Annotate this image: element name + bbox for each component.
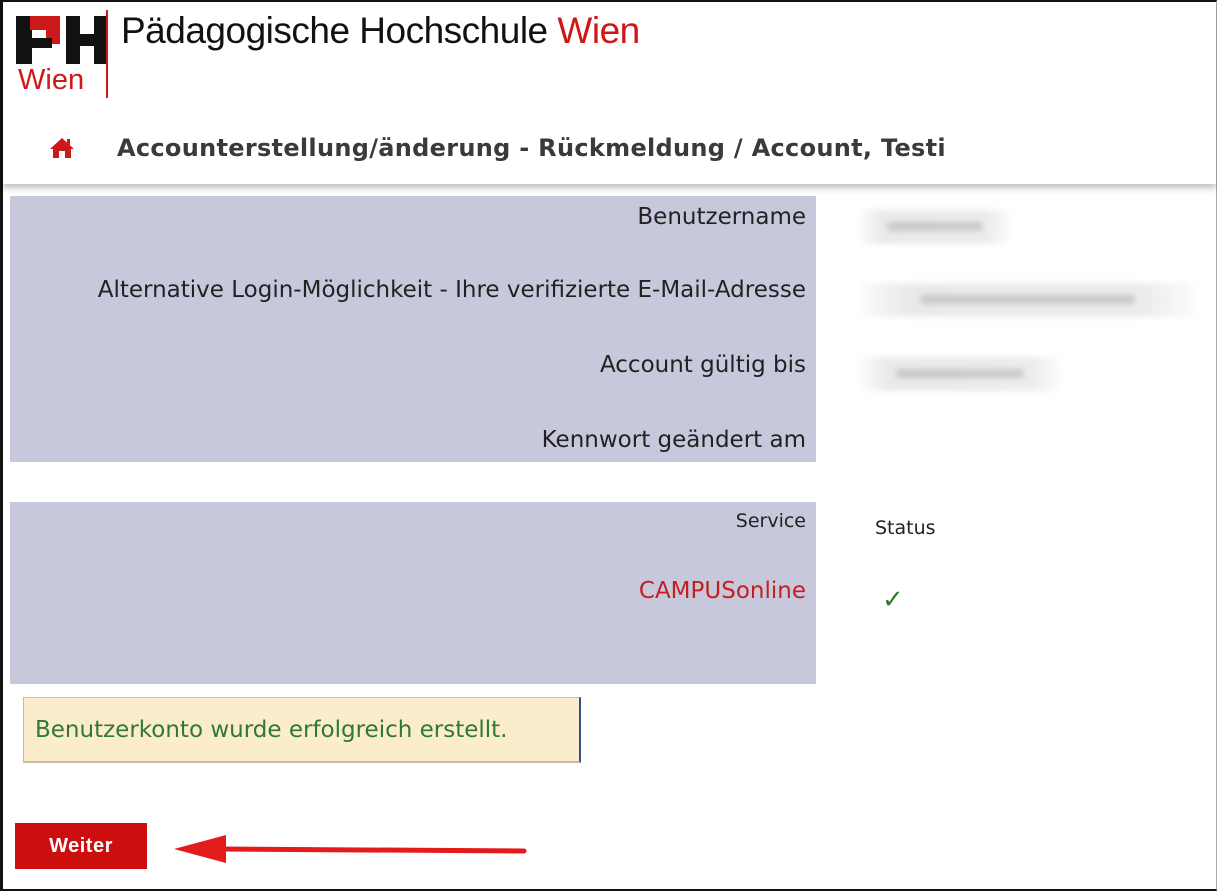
account-info-panel: Benutzername Alternative Login-Möglichke… <box>10 196 816 462</box>
breadcrumb-text: Accounterstellung/änderung - Rückmeldung… <box>117 134 946 162</box>
label-kennwort-geaendert: Kennwort geändert am <box>541 427 806 453</box>
label-benutzername: Benutzername <box>637 204 806 230</box>
breadcrumb: Accounterstellung/änderung - Rückmeldung… <box>49 128 946 168</box>
service-column-header: Service <box>735 510 806 532</box>
status-column-header: Status <box>875 517 936 539</box>
school-title: Pädagogische Hochschule Wien <box>121 10 640 52</box>
gueltig-value-redacted <box>860 357 1060 391</box>
checkmark-icon: ✓ <box>882 585 904 615</box>
home-icon[interactable] <box>49 136 75 160</box>
success-message-text: Benutzerkonto wurde erfolgreich erstellt… <box>35 716 508 743</box>
weiter-button[interactable]: Weiter <box>15 823 147 869</box>
logo-divider <box>106 10 108 98</box>
success-message: Benutzerkonto wurde erfolgreich erstellt… <box>23 697 581 763</box>
service-campusonline[interactable]: CAMPUSonline <box>639 578 806 604</box>
ph-logo-icon <box>16 16 108 64</box>
school-title-city: Wien <box>557 10 640 51</box>
email-value-redacted <box>860 283 1195 317</box>
label-account-gueltig: Account gültig bis <box>599 352 806 378</box>
label-alternative-login: Alternative Login-Möglichkeit - Ihre ver… <box>97 277 806 303</box>
logo-wien-text: Wien <box>18 64 85 96</box>
page-header: Wien Pädagogische Hochschule Wien Accoun… <box>3 2 1216 184</box>
school-title-main: Pädagogische Hochschule <box>121 10 558 51</box>
benutzername-value-redacted <box>860 210 1010 244</box>
services-panel: Service CAMPUSonline <box>10 502 816 684</box>
ph-wien-logo[interactable]: Wien <box>16 12 116 102</box>
annotation-arrow-icon <box>174 835 527 863</box>
